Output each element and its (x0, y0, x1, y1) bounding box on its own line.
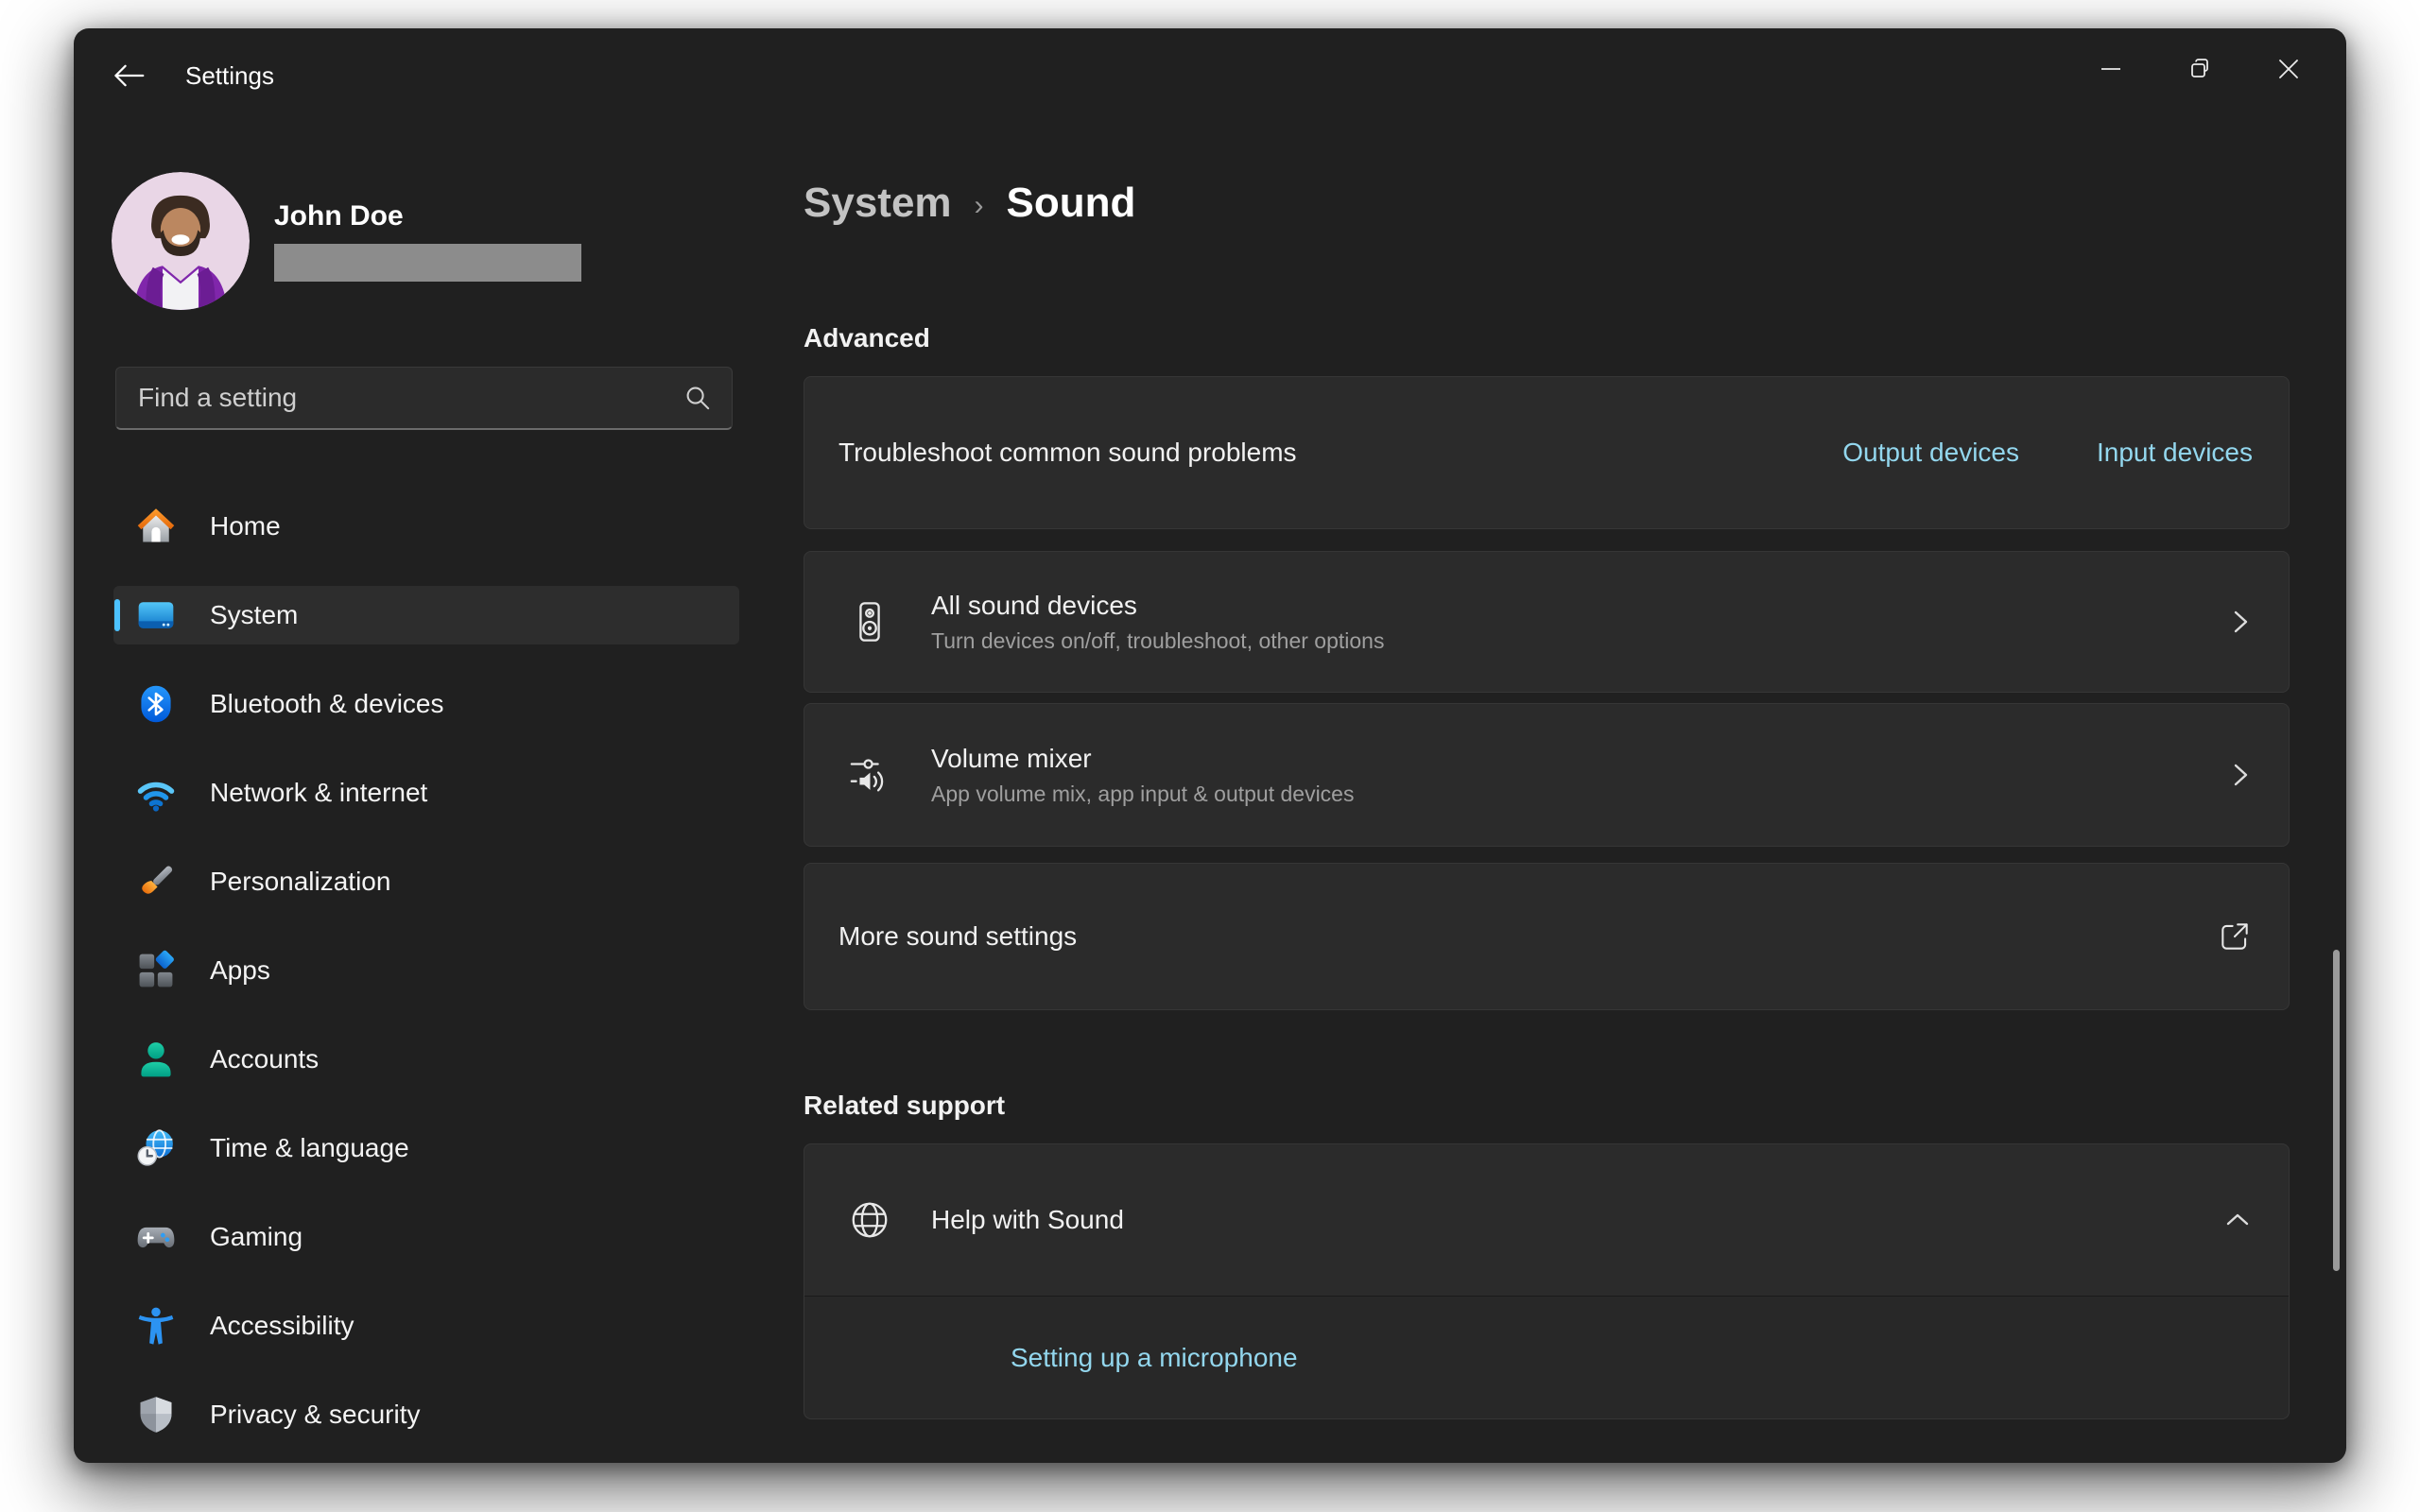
sidebar-item-personalization[interactable]: Personalization (113, 852, 739, 911)
breadcrumb: System › Sound (804, 180, 1135, 227)
minimize-icon (2100, 58, 2122, 80)
sidebar-item-label: Accessibility (210, 1311, 354, 1340)
chevron-up-icon (2222, 1209, 2253, 1231)
shield-icon (134, 1393, 178, 1436)
titlebar: Settings (74, 28, 2346, 123)
globe-icon (846, 1196, 893, 1244)
user-name: John Doe (274, 200, 404, 232)
window-controls (2066, 28, 2333, 110)
back-arrow-icon (112, 62, 145, 89)
user-email-redacted (274, 244, 581, 282)
accounts-icon (134, 1038, 178, 1081)
sidebar-item-system[interactable]: System (113, 586, 739, 644)
help-with-sound-row[interactable]: Help with Sound (804, 1144, 2289, 1296)
home-icon (134, 505, 178, 548)
app-title: Settings (185, 60, 274, 90)
search-input[interactable] (138, 383, 683, 413)
user-profile[interactable]: John Doe (112, 172, 581, 310)
sidebar-item-label: Home (210, 511, 281, 541)
mixer-icon (846, 751, 893, 799)
troubleshoot-label: Troubleshoot common sound problems (838, 438, 1297, 467)
all-sound-devices-subtitle: Turn devices on/off, troubleshoot, other… (931, 627, 1385, 653)
help-links-panel: Setting up a microphone (804, 1296, 2289, 1418)
sidebar-item-gaming[interactable]: Gaming (113, 1208, 739, 1266)
apps-icon (134, 949, 178, 992)
back-button[interactable] (98, 51, 159, 100)
restore-icon (2188, 58, 2211, 80)
sidebar-item-apps[interactable]: Apps (113, 941, 739, 1000)
gaming-icon (134, 1215, 178, 1259)
sidebar-item-network-internet[interactable]: Network & internet (113, 764, 739, 822)
vertical-scrollbar[interactable] (2333, 950, 2340, 1271)
sidebar-item-privacy-security[interactable]: Privacy & security (113, 1385, 739, 1444)
sidebar-item-label: Network & internet (210, 778, 428, 807)
close-button[interactable] (2244, 28, 2333, 110)
all-sound-devices-title: All sound devices (931, 590, 1137, 620)
related-support-heading: Related support (804, 1091, 1006, 1120)
sidebar-item-home[interactable]: Home (113, 497, 739, 556)
volume-mixer-title: Volume mixer (931, 743, 1092, 773)
input-devices-link[interactable]: Input devices (2097, 438, 2253, 468)
sidebar-item-accessibility[interactable]: Accessibility (113, 1297, 739, 1355)
help-with-sound-card: Help with Sound Setting up a microphone (804, 1143, 2290, 1419)
avatar (112, 172, 250, 310)
selected-accent-bar (114, 599, 120, 631)
time-language-icon (134, 1126, 178, 1170)
sidebar-item-label: Time & language (210, 1133, 409, 1162)
personalization-icon (134, 860, 178, 903)
search-box (115, 367, 733, 430)
help-with-sound-title: Help with Sound (931, 1205, 1124, 1234)
sidebar-item-label: Gaming (210, 1222, 303, 1251)
sidebar-item-bluetooth-devices[interactable]: Bluetooth & devices (113, 675, 739, 733)
minimize-button[interactable] (2066, 28, 2155, 110)
sidebar-item-accounts[interactable]: Accounts (113, 1030, 739, 1089)
sidebar-nav: Home System Bluetooth & devices Network … (113, 497, 739, 1463)
volume-mixer-subtitle: App volume mix, app input & output devic… (931, 781, 1355, 806)
all-sound-devices-row[interactable]: All sound devices Turn devices on/off, t… (804, 551, 2290, 693)
bluetooth-icon (134, 682, 178, 726)
system-icon (134, 593, 178, 637)
sidebar-item-label: Apps (210, 955, 270, 985)
breadcrumb-system[interactable]: System (804, 180, 952, 227)
breadcrumb-separator-icon: › (974, 190, 984, 221)
advanced-heading: Advanced (804, 323, 930, 352)
sidebar-item-label: Accounts (210, 1044, 320, 1074)
sidebar-item-label: Personalization (210, 867, 391, 896)
speaker-icon (846, 598, 893, 645)
search-icon (683, 383, 713, 413)
sidebar-item-label: System (210, 600, 299, 629)
more-sound-settings-row[interactable]: More sound settings (804, 863, 2290, 1010)
page-title: Sound (1006, 180, 1136, 226)
chevron-right-icon (2228, 607, 2253, 637)
output-devices-link[interactable]: Output devices (1842, 438, 2019, 468)
more-sound-settings-label: More sound settings (838, 921, 1078, 951)
volume-mixer-row[interactable]: Volume mixer App volume mix, app input &… (804, 703, 2290, 847)
restore-button[interactable] (2155, 28, 2244, 110)
network-icon (134, 771, 178, 815)
close-icon (2277, 58, 2300, 80)
accessibility-icon (134, 1304, 178, 1348)
sidebar-item-label: Privacy & security (210, 1400, 421, 1429)
chevron-right-icon (2228, 760, 2253, 790)
settings-window: Settings John Doe Find a setting Home Sy… (74, 28, 2346, 1463)
setting-up-microphone-link[interactable]: Setting up a microphone (1011, 1343, 1298, 1373)
sidebar-item-label: Bluetooth & devices (210, 689, 444, 718)
sidebar-item-time-language[interactable]: Time & language (113, 1119, 739, 1177)
troubleshoot-card: Troubleshoot common sound problems Outpu… (804, 376, 2290, 529)
external-link-icon (2217, 919, 2253, 954)
